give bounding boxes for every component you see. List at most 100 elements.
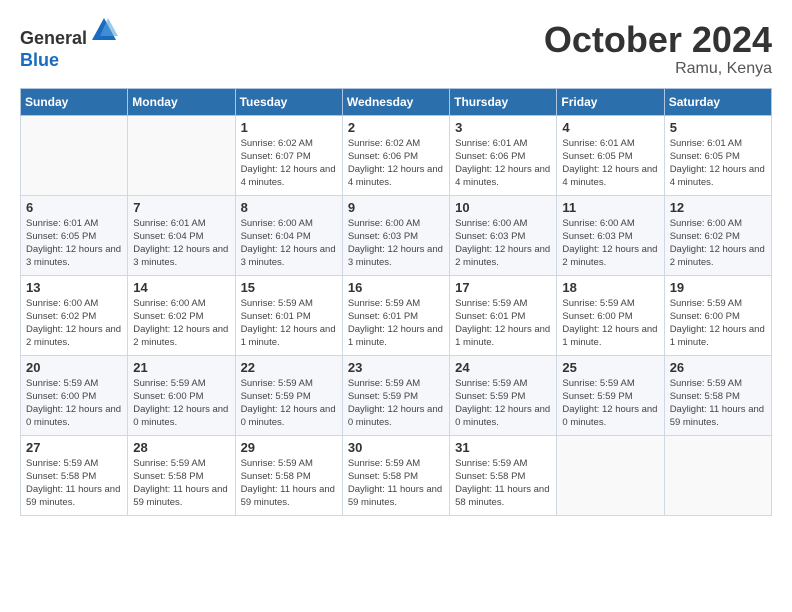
week-row-4: 20Sunrise: 5:59 AM Sunset: 6:00 PM Dayli… — [21, 355, 772, 435]
day-number: 28 — [133, 440, 229, 455]
day-detail: Sunrise: 5:59 AM Sunset: 5:58 PM Dayligh… — [455, 457, 551, 510]
day-cell: 17Sunrise: 5:59 AM Sunset: 6:01 PM Dayli… — [450, 275, 557, 355]
day-number: 12 — [670, 200, 766, 215]
location-subtitle: Ramu, Kenya — [544, 60, 772, 78]
day-number: 14 — [133, 280, 229, 295]
day-number: 25 — [562, 360, 658, 375]
day-detail: Sunrise: 6:01 AM Sunset: 6:05 PM Dayligh… — [670, 137, 766, 190]
day-cell: 3Sunrise: 6:01 AM Sunset: 6:06 PM Daylig… — [450, 115, 557, 195]
day-cell: 1 Sunrise: 6:02 AM Sunset: 6:07 PM Daylig… — [235, 115, 342, 195]
day-detail: Sunrise: 6:02 AM Sunset: 6:06 PM Dayligh… — [348, 137, 444, 190]
day-detail: Sunrise: 5:59 AM Sunset: 6:01 PM Dayligh… — [348, 297, 444, 350]
column-header-friday: Friday — [557, 88, 664, 115]
day-number: 29 — [241, 440, 337, 455]
day-detail: Sunrise: 5:59 AM Sunset: 5:59 PM Dayligh… — [562, 377, 658, 430]
day-number: 9 — [348, 200, 444, 215]
day-detail: Sunrise: 5:59 AM Sunset: 6:01 PM Dayligh… — [241, 297, 337, 350]
day-cell: 23Sunrise: 5:59 AM Sunset: 5:59 PM Dayli… — [342, 355, 449, 435]
day-detail: Sunrise: 5:59 AM Sunset: 6:00 PM Dayligh… — [26, 377, 122, 430]
day-detail: Sunrise: 6:01 AM Sunset: 6:05 PM Dayligh… — [26, 217, 122, 270]
logo: General Blue — [20, 20, 118, 71]
day-detail: Sunrise: 6:01 AM Sunset: 6:04 PM Dayligh… — [133, 217, 229, 270]
day-cell: 19 Sunrise: 5:59 AM Sunset: 6:00 PM Dayli… — [664, 275, 771, 355]
day-cell: 4Sunrise: 6:01 AM Sunset: 6:05 PM Daylig… — [557, 115, 664, 195]
day-number: 16 — [348, 280, 444, 295]
day-number: 10 — [455, 200, 551, 215]
logo-text: General Blue — [20, 20, 118, 71]
day-cell: 14 Sunrise: 6:00 AM Sunset: 6:02 PM Dayli… — [128, 275, 235, 355]
day-cell: 25 Sunrise: 5:59 AM Sunset: 5:59 PM Dayli… — [557, 355, 664, 435]
title-area: October 2024 Ramu, Kenya — [544, 20, 772, 78]
day-number: 19 — [670, 280, 766, 295]
day-detail: Sunrise: 5:59 AM Sunset: 5:58 PM Dayligh… — [26, 457, 122, 510]
day-detail: Sunrise: 5:59 AM Sunset: 6:01 PM Dayligh… — [455, 297, 551, 350]
day-cell — [128, 115, 235, 195]
day-cell — [557, 435, 664, 515]
day-cell: 26 Sunrise: 5:59 AM Sunset: 5:58 PM Dayli… — [664, 355, 771, 435]
week-row-1: 1 Sunrise: 6:02 AM Sunset: 6:07 PM Daylig… — [21, 115, 772, 195]
day-cell: 11 Sunrise: 6:00 AM Sunset: 6:03 PM Dayli… — [557, 195, 664, 275]
day-cell: 15 Sunrise: 5:59 AM Sunset: 6:01 PM Dayli… — [235, 275, 342, 355]
day-cell: 24 Sunrise: 5:59 AM Sunset: 5:59 PM Dayli… — [450, 355, 557, 435]
day-cell: 31 Sunrise: 5:59 AM Sunset: 5:58 PM Dayli… — [450, 435, 557, 515]
day-detail: Sunrise: 5:59 AM Sunset: 5:58 PM Dayligh… — [133, 457, 229, 510]
day-cell: 8Sunrise: 6:00 AM Sunset: 6:04 PM Daylig… — [235, 195, 342, 275]
day-number: 8 — [241, 200, 337, 215]
day-cell: 13Sunrise: 6:00 AM Sunset: 6:02 PM Dayli… — [21, 275, 128, 355]
column-header-monday: Monday — [128, 88, 235, 115]
day-number: 27 — [26, 440, 122, 455]
day-number: 15 — [241, 280, 337, 295]
day-detail: Sunrise: 5:59 AM Sunset: 5:59 PM Dayligh… — [455, 377, 551, 430]
column-header-saturday: Saturday — [664, 88, 771, 115]
day-cell — [664, 435, 771, 515]
day-number: 6 — [26, 200, 122, 215]
day-detail: Sunrise: 6:00 AM Sunset: 6:03 PM Dayligh… — [562, 217, 658, 270]
day-number: 1 — [241, 120, 337, 135]
logo-blue: Blue — [20, 50, 59, 70]
day-detail: Sunrise: 6:00 AM Sunset: 6:03 PM Dayligh… — [348, 217, 444, 270]
day-cell: 21Sunrise: 5:59 AM Sunset: 6:00 PM Dayli… — [128, 355, 235, 435]
day-cell: 16 Sunrise: 5:59 AM Sunset: 6:01 PM Dayli… — [342, 275, 449, 355]
day-cell: 28 Sunrise: 5:59 AM Sunset: 5:58 PM Dayli… — [128, 435, 235, 515]
day-detail: Sunrise: 5:59 AM Sunset: 5:58 PM Dayligh… — [670, 377, 766, 430]
day-cell: 30 Sunrise: 5:59 AM Sunset: 5:58 PM Dayli… — [342, 435, 449, 515]
column-header-tuesday: Tuesday — [235, 88, 342, 115]
header-row: SundayMondayTuesdayWednesdayThursdayFrid… — [21, 88, 772, 115]
day-detail: Sunrise: 5:59 AM Sunset: 6:00 PM Dayligh… — [562, 297, 658, 350]
day-detail: Sunrise: 5:59 AM Sunset: 5:58 PM Dayligh… — [348, 457, 444, 510]
day-number: 22 — [241, 360, 337, 375]
day-detail: Sunrise: 5:59 AM Sunset: 6:00 PM Dayligh… — [133, 377, 229, 430]
month-title: October 2024 — [544, 20, 772, 60]
day-detail: Sunrise: 6:00 AM Sunset: 6:02 PM Dayligh… — [133, 297, 229, 350]
day-cell: 5 Sunrise: 6:01 AM Sunset: 6:05 PM Daylig… — [664, 115, 771, 195]
day-cell — [21, 115, 128, 195]
day-number: 26 — [670, 360, 766, 375]
day-cell: 27 Sunrise: 5:59 AM Sunset: 5:58 PM Dayli… — [21, 435, 128, 515]
day-detail: Sunrise: 6:02 AM Sunset: 6:07 PM Dayligh… — [241, 137, 337, 190]
day-detail: Sunrise: 5:59 AM Sunset: 5:59 PM Dayligh… — [348, 377, 444, 430]
calendar-table: SundayMondayTuesdayWednesdayThursdayFrid… — [20, 88, 772, 516]
week-row-5: 27 Sunrise: 5:59 AM Sunset: 5:58 PM Dayli… — [21, 435, 772, 515]
logo-icon — [90, 16, 118, 44]
day-number: 2 — [348, 120, 444, 135]
day-cell: 6 Sunrise: 6:01 AM Sunset: 6:05 PM Daylig… — [21, 195, 128, 275]
day-detail: Sunrise: 6:01 AM Sunset: 6:05 PM Dayligh… — [562, 137, 658, 190]
column-header-wednesday: Wednesday — [342, 88, 449, 115]
day-number: 30 — [348, 440, 444, 455]
week-row-2: 6 Sunrise: 6:01 AM Sunset: 6:05 PM Daylig… — [21, 195, 772, 275]
week-row-3: 13Sunrise: 6:00 AM Sunset: 6:02 PM Dayli… — [21, 275, 772, 355]
day-number: 31 — [455, 440, 551, 455]
day-detail: Sunrise: 6:00 AM Sunset: 6:02 PM Dayligh… — [26, 297, 122, 350]
day-cell: 22 Sunrise: 5:59 AM Sunset: 5:59 PM Dayli… — [235, 355, 342, 435]
day-number: 24 — [455, 360, 551, 375]
day-cell: 10Sunrise: 6:00 AM Sunset: 6:03 PM Dayli… — [450, 195, 557, 275]
day-detail: Sunrise: 5:59 AM Sunset: 6:00 PM Dayligh… — [670, 297, 766, 350]
day-cell: 2 Sunrise: 6:02 AM Sunset: 6:06 PM Daylig… — [342, 115, 449, 195]
day-cell: 12 Sunrise: 6:00 AM Sunset: 6:02 PM Dayli… — [664, 195, 771, 275]
day-number: 11 — [562, 200, 658, 215]
day-cell: 29Sunrise: 5:59 AM Sunset: 5:58 PM Dayli… — [235, 435, 342, 515]
day-number: 5 — [670, 120, 766, 135]
day-detail: Sunrise: 6:00 AM Sunset: 6:02 PM Dayligh… — [670, 217, 766, 270]
day-detail: Sunrise: 5:59 AM Sunset: 5:59 PM Dayligh… — [241, 377, 337, 430]
day-number: 7 — [133, 200, 229, 215]
